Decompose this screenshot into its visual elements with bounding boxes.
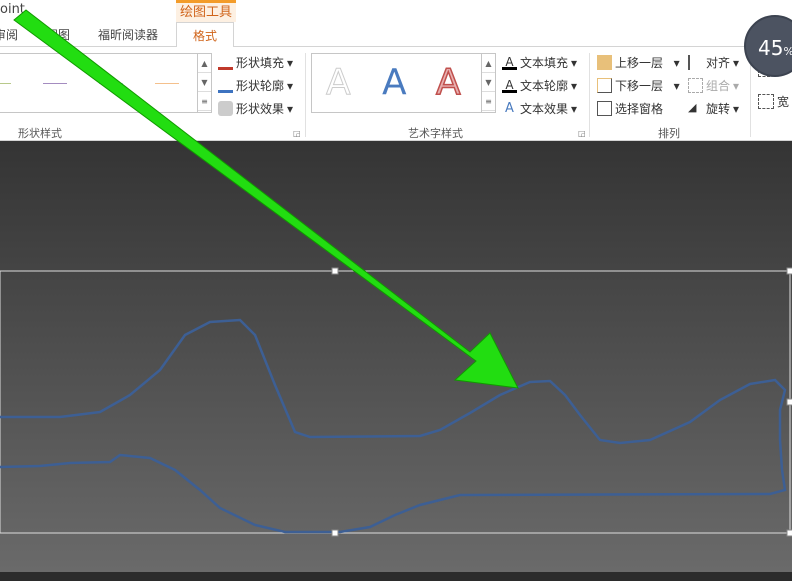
slide-overlay (0, 9, 792, 537)
green-arrow-icon (13, 9, 519, 389)
freeform-shape[interactable] (0, 318, 787, 534)
